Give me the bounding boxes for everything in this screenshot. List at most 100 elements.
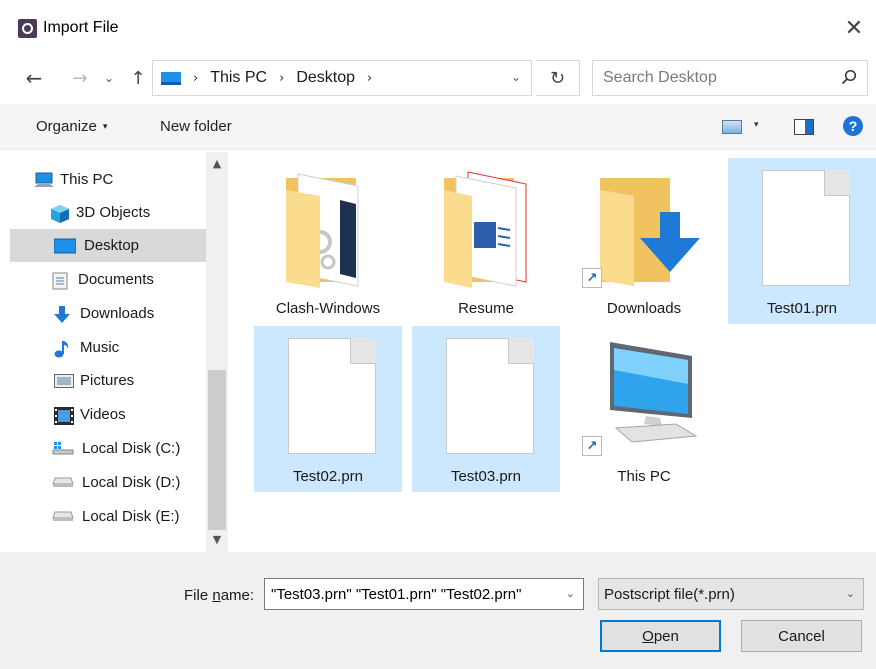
file-item-test03[interactable]: Test03.prn bbox=[412, 326, 560, 492]
cancel-button[interactable]: Cancel bbox=[741, 620, 862, 652]
refresh-button[interactable]: ↻ bbox=[536, 60, 580, 96]
scroll-up-icon[interactable]: ▲ bbox=[206, 152, 228, 174]
shortcut-arrow-icon: ↗ bbox=[582, 268, 602, 288]
dialog-footer: File name: "Test03.prn" "Test01.prn" "Te… bbox=[0, 552, 876, 669]
computer-icon bbox=[34, 172, 54, 188]
file-name-label-part: ame: bbox=[220, 587, 255, 604]
sidebar-item-videos[interactable]: Videos bbox=[54, 398, 230, 431]
sidebar-item-label: Local Disk (C:) bbox=[82, 440, 181, 457]
sidebar-item-label: This PC bbox=[60, 171, 114, 188]
refresh-icon: ↻ bbox=[549, 67, 566, 89]
folder-icon bbox=[286, 173, 359, 288]
sidebar-scrollbar[interactable]: ▲ ▼ bbox=[206, 152, 228, 552]
file-type-value: Postscript file(*.prn) bbox=[604, 585, 735, 603]
shortcut-arrow-icon: ↗ bbox=[582, 436, 602, 456]
search-input[interactable]: Search Desktop bbox=[603, 69, 717, 87]
address-bar[interactable]: › This PC › Desktop › ⌄ bbox=[152, 60, 532, 96]
file-item-test01[interactable]: Test01.prn bbox=[728, 158, 876, 324]
sidebar-item-label: Videos bbox=[80, 406, 126, 423]
chevron-down-icon: ⌄ bbox=[103, 71, 115, 85]
sidebar-item-local-disk-e[interactable]: Local Disk (E:) bbox=[52, 500, 230, 533]
sidebar-item-desktop[interactable]: Desktop bbox=[10, 229, 206, 262]
page-fold bbox=[824, 170, 850, 196]
folder-icon bbox=[444, 171, 527, 288]
folder-item-clash-windows[interactable]: Clash-Windows bbox=[254, 158, 402, 324]
file-name-label-part: File bbox=[184, 587, 213, 604]
open-label: pen bbox=[653, 627, 679, 645]
sidebar-item-label: Local Disk (E:) bbox=[82, 508, 180, 525]
scrollbar-thumb[interactable] bbox=[208, 370, 226, 530]
up-arrow-icon: ↑ bbox=[130, 67, 146, 89]
file-name: Test01.prn bbox=[766, 300, 838, 317]
file-name: This PC bbox=[617, 468, 671, 485]
desktop-icon bbox=[53, 238, 77, 254]
chevron-down-icon: ▾ bbox=[102, 122, 108, 132]
navigation-bar: ← → ⌄ ↑ › This PC › Desktop › ⌄ ↻ Search… bbox=[0, 56, 876, 100]
command-bar: Organize ▾ New folder ▾ ? bbox=[0, 104, 876, 150]
sidebar-item-documents[interactable]: Documents bbox=[52, 263, 230, 296]
close-button[interactable]: ✕ bbox=[834, 8, 874, 48]
folder-item-downloads[interactable]: ↗ Downloads bbox=[570, 158, 718, 324]
download-folder-icon bbox=[600, 178, 700, 286]
shortcut-item-this-pc[interactable]: ↗ This PC bbox=[570, 326, 718, 492]
open-label-accel: O bbox=[642, 627, 654, 645]
window-title: Import File bbox=[43, 19, 119, 36]
drive-icon bbox=[52, 509, 74, 525]
open-button[interactable]: Open bbox=[600, 620, 721, 652]
recent-locations-button[interactable]: ⌄ bbox=[100, 63, 118, 93]
breadcrumb-desktop[interactable]: Desktop bbox=[296, 69, 355, 87]
sidebar-item-music[interactable]: Music bbox=[54, 331, 230, 364]
file-name: Test03.prn bbox=[450, 468, 522, 485]
sidebar-item-downloads[interactable]: Downloads bbox=[54, 297, 230, 330]
file-name-value: "Test03.prn" "Test01.prn" "Test02.prn" bbox=[271, 585, 522, 603]
sidebar-item-pictures[interactable]: Pictures bbox=[54, 364, 230, 397]
desktop-location-icon bbox=[161, 71, 181, 85]
file-item-test02[interactable]: Test02.prn bbox=[254, 326, 402, 492]
search-icon[interactable] bbox=[841, 69, 857, 85]
breadcrumb-this-pc[interactable]: This PC bbox=[210, 69, 267, 87]
back-button[interactable]: ← bbox=[20, 63, 48, 93]
file-type-select[interactable]: Postscript file(*.prn) ⌄ bbox=[598, 578, 864, 610]
app-icon bbox=[18, 19, 37, 38]
view-options-dropdown-icon[interactable]: ▾ bbox=[754, 120, 759, 130]
address-dropdown-icon[interactable]: ⌄ bbox=[511, 70, 521, 84]
folder-item-resume[interactable]: Resume bbox=[412, 158, 560, 324]
windows-drive-icon bbox=[52, 441, 74, 457]
file-name: Downloads bbox=[606, 300, 682, 317]
sidebar-item-label: Desktop bbox=[84, 237, 140, 254]
documents-icon bbox=[52, 272, 70, 289]
file-name-input[interactable]: "Test03.prn" "Test01.prn" "Test02.prn" ⌄ bbox=[264, 578, 584, 610]
page-fold bbox=[350, 338, 376, 364]
file-name-label-accel: n bbox=[212, 587, 221, 604]
forward-button[interactable]: → bbox=[68, 63, 92, 93]
close-icon: ✕ bbox=[844, 15, 864, 41]
preview-pane-icon[interactable] bbox=[794, 119, 814, 135]
download-arrow-icon bbox=[54, 305, 72, 323]
file-name: Resume bbox=[458, 300, 514, 317]
file-name-label: File name: bbox=[184, 587, 254, 604]
sidebar-item-local-disk-c[interactable]: Local Disk (C:) bbox=[52, 432, 230, 465]
sidebar-item-label: Local Disk (D:) bbox=[82, 474, 181, 491]
change-view-icon[interactable] bbox=[722, 120, 742, 134]
breadcrumb-separator[interactable]: › bbox=[367, 71, 372, 86]
sidebar-item-label: Pictures bbox=[80, 372, 135, 389]
organize-button[interactable]: Organize ▾ bbox=[36, 118, 107, 135]
sidebar-item-local-disk-d[interactable]: Local Disk (D:) bbox=[52, 466, 230, 499]
film-icon bbox=[54, 406, 74, 425]
up-button[interactable]: ↑ bbox=[126, 63, 150, 93]
back-arrow-icon: ← bbox=[25, 66, 43, 90]
scroll-down-icon[interactable]: ▼ bbox=[206, 528, 228, 550]
file-name: Test02.prn bbox=[292, 468, 364, 485]
new-folder-button[interactable]: New folder bbox=[160, 118, 232, 135]
help-icon[interactable]: ? bbox=[843, 116, 863, 136]
computer-icon bbox=[610, 342, 698, 443]
breadcrumb-separator[interactable]: › bbox=[193, 71, 198, 86]
chevron-down-icon[interactable]: ⌄ bbox=[566, 587, 575, 600]
forward-arrow-icon: → bbox=[72, 67, 88, 89]
navigation-pane: This PC 3D Objects Desktop Documents Dow… bbox=[0, 152, 230, 552]
sidebar-item-label: Documents bbox=[78, 271, 154, 288]
sidebar-item-this-pc[interactable]: This PC bbox=[34, 163, 230, 196]
search-box[interactable]: Search Desktop bbox=[592, 60, 868, 96]
sidebar-item-3d-objects[interactable]: 3D Objects bbox=[50, 196, 230, 229]
breadcrumb-separator[interactable]: › bbox=[279, 71, 284, 86]
